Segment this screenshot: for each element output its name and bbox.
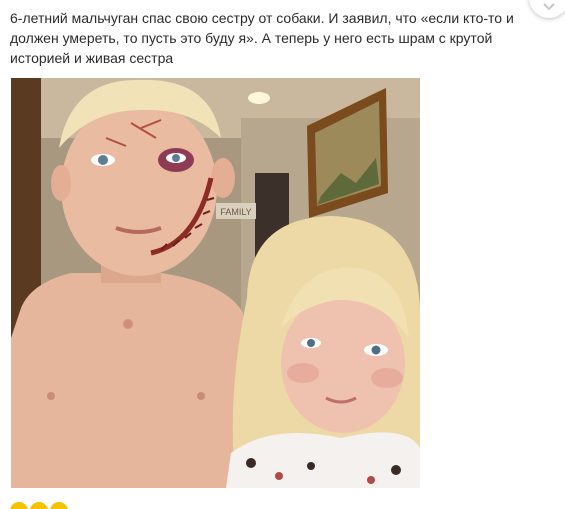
reaction-icon[interactable] [10, 502, 28, 509]
reaction-strip[interactable] [10, 502, 68, 509]
post-text: 6-летний мальчуган спас свою сестру от с… [10, 10, 514, 66]
family-sign-text: FAMILY [220, 207, 251, 217]
reaction-icon[interactable] [30, 502, 48, 509]
reaction-icon[interactable] [50, 502, 68, 509]
post-container: 6-летний мальчуган спас свою сестру от с… [0, 0, 565, 509]
photo-illustration: FAMILY [11, 78, 420, 488]
post-photo[interactable]: FAMILY [11, 78, 420, 488]
